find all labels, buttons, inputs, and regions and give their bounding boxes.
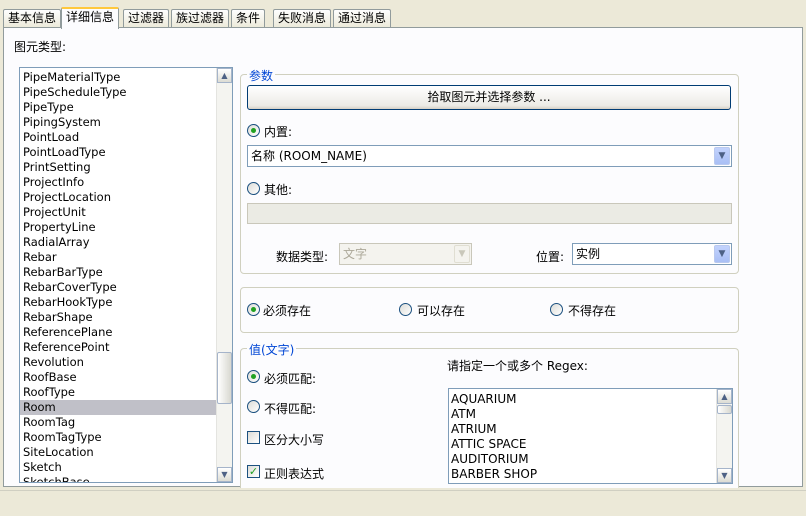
element-type-list[interactable]: PipeMaterialType PipeScheduleType PipeType… <box>19 67 233 483</box>
up-arrow-icon[interactable]: ▲ <box>217 68 232 83</box>
status-bar <box>0 490 806 516</box>
value-group-title: 值(文字) <box>247 341 297 358</box>
tab-family-filters[interactable]: 族过滤器 <box>171 9 230 28</box>
tab-filters[interactable]: 过滤器 <box>123 9 170 28</box>
list-item[interactable]: RoomTag <box>20 415 216 430</box>
may-exist-label: 可以存在 <box>417 304 466 318</box>
tab-details[interactable]: 详细信息 <box>61 7 120 29</box>
must-not-exist-label: 不得存在 <box>568 304 617 318</box>
list-item[interactable]: PropertyLine <box>20 220 216 235</box>
list-item[interactable]: AUDITORIUM <box>449 452 716 467</box>
tab-label: 通过消息 <box>338 11 387 25</box>
list-item[interactable]: SketchBase <box>20 475 216 482</box>
data-type-combo[interactable]: 文字 ▼ <box>339 243 472 265</box>
must-exist-label: 必须存在 <box>263 304 312 318</box>
must-exist-radio[interactable] <box>247 303 260 316</box>
list-item[interactable]: ProjectLocation <box>20 190 216 205</box>
list-item[interactable]: RebarCoverType <box>20 280 216 295</box>
regex-list[interactable]: AQUARIUM ATM ATRIUM ATTIC SPACE AUDITORIUM BA… <box>448 388 733 484</box>
regex-checkbox[interactable]: ✓ <box>247 465 260 478</box>
pick-element-button[interactable]: 拾取图元并选择参数 ... <box>247 85 731 110</box>
parameter-group: 参数 拾取图元并选择参数 ... 内置: 名称 (ROOM_NAME) ▼ 其他… <box>240 67 739 274</box>
list-item[interactable]: PrintSetting <box>20 160 216 175</box>
case-sensitive-checkbox[interactable] <box>247 431 260 444</box>
list-item[interactable]: RoofType <box>20 385 216 400</box>
details-panel: 图元类型: PipeMaterialType PipeScheduleType Pi… <box>3 27 803 488</box>
list-item[interactable]: PipeType <box>20 100 216 115</box>
list-item[interactable]: PointLoadType <box>20 145 216 160</box>
list-item[interactable]: ProjectInfo <box>20 175 216 190</box>
list-item[interactable]: Rebar <box>20 250 216 265</box>
list-item[interactable]: RadialArray <box>20 235 216 250</box>
scroll-thumb[interactable] <box>717 405 732 414</box>
other-radio[interactable] <box>247 182 260 195</box>
list-item[interactable]: ATTIC SPACE <box>449 437 716 452</box>
list-item[interactable]: Revolution <box>20 355 216 370</box>
up-arrow-icon[interactable]: ▲ <box>717 389 732 404</box>
list-item[interactable]: PointLoad <box>20 130 216 145</box>
list-item[interactable]: RebarShape <box>20 310 216 325</box>
tab-label: 族过滤器 <box>176 11 225 25</box>
list-item[interactable]: ProjectUnit <box>20 205 216 220</box>
data-type-label: 数据类型: <box>276 250 329 264</box>
tab-pass-message[interactable]: 通过消息 <box>333 9 392 28</box>
must-not-exist-radio[interactable] <box>550 303 563 316</box>
builtin-parameter-combo[interactable]: 名称 (ROOM_NAME) ▼ <box>247 145 732 167</box>
builtin-label: 内置: <box>264 125 293 139</box>
tab-label: 过滤器 <box>128 11 165 25</box>
tab-label: 条件 <box>236 11 261 25</box>
list-item[interactable]: RoofBase <box>20 370 216 385</box>
list-item[interactable]: ATM <box>449 407 716 422</box>
must-not-match-radio[interactable] <box>247 400 260 413</box>
must-match-radio[interactable] <box>247 370 260 383</box>
parameter-group-title: 参数 <box>247 67 276 84</box>
list-item[interactable]: RoomTagType <box>20 430 216 445</box>
tab-label: 失败消息 <box>278 11 327 25</box>
position-combo[interactable]: 实例 ▼ <box>572 243 732 265</box>
regex-checkbox-label: 正则表达式 <box>264 467 325 481</box>
list-item[interactable]: BARBER SHOP <box>449 467 716 482</box>
down-arrow-icon[interactable]: ▼ <box>217 467 232 482</box>
element-type-label: 图元类型: <box>14 40 67 54</box>
list-item[interactable]: PipeMaterialType <box>20 70 216 85</box>
existence-group: 必须存在 可以存在 不得存在 <box>240 287 739 333</box>
tab-label: 详细信息 <box>66 10 115 24</box>
other-label: 其他: <box>264 183 293 197</box>
tab-failure-message[interactable]: 失败消息 <box>273 9 332 28</box>
list-item[interactable]: ATRIUM <box>449 422 716 437</box>
dropdown-arrow-icon[interactable]: ▼ <box>714 147 730 165</box>
list-item[interactable]: PipingSystem <box>20 115 216 130</box>
list-item[interactable]: RebarHookType <box>20 295 216 310</box>
list-item[interactable]: RebarBarType <box>20 265 216 280</box>
builtin-parameter-value: 名称 (ROOM_NAME) <box>251 149 367 163</box>
list-item[interactable]: ReferencePoint <box>20 340 216 355</box>
scroll-thumb[interactable] <box>217 352 232 404</box>
must-not-match-label: 不得匹配: <box>264 402 317 416</box>
must-match-label: 必须匹配: <box>264 372 317 386</box>
may-exist-radio[interactable] <box>399 303 412 316</box>
regex-prompt: 请指定一个或多个 Regex: <box>447 359 588 373</box>
element-type-items: PipeMaterialType PipeScheduleType PipeType… <box>20 70 216 482</box>
data-type-value: 文字 <box>343 247 368 261</box>
regex-scrollbar[interactable]: ▲ ▼ <box>716 389 732 483</box>
down-arrow-icon[interactable]: ▼ <box>717 468 732 483</box>
list-item[interactable]: Sketch <box>20 460 216 475</box>
other-parameter-field[interactable] <box>247 203 732 224</box>
builtin-radio[interactable] <box>247 124 260 137</box>
tab-conditions[interactable]: 条件 <box>231 9 266 28</box>
list-item[interactable]: ReferencePlane <box>20 325 216 340</box>
position-label: 位置: <box>536 250 565 264</box>
dropdown-arrow-icon[interactable]: ▼ <box>714 245 730 263</box>
dropdown-arrow-icon[interactable]: ▼ <box>454 245 470 263</box>
tab-label: 基本信息 <box>8 11 57 25</box>
tab-basic-info[interactable]: 基本信息 <box>3 9 62 28</box>
list-item[interactable]: Room <box>20 400 216 415</box>
list-scrollbar[interactable]: ▲ ▼ <box>216 68 232 482</box>
regex-items: AQUARIUM ATM ATRIUM ATTIC SPACE AUDITORIUM BA… <box>449 392 716 482</box>
list-item[interactable]: SiteLocation <box>20 445 216 460</box>
case-sensitive-label: 区分大小写 <box>264 433 325 447</box>
position-value: 实例 <box>576 247 601 261</box>
list-item[interactable]: PipeScheduleType <box>20 85 216 100</box>
list-item[interactable]: AQUARIUM <box>449 392 716 407</box>
